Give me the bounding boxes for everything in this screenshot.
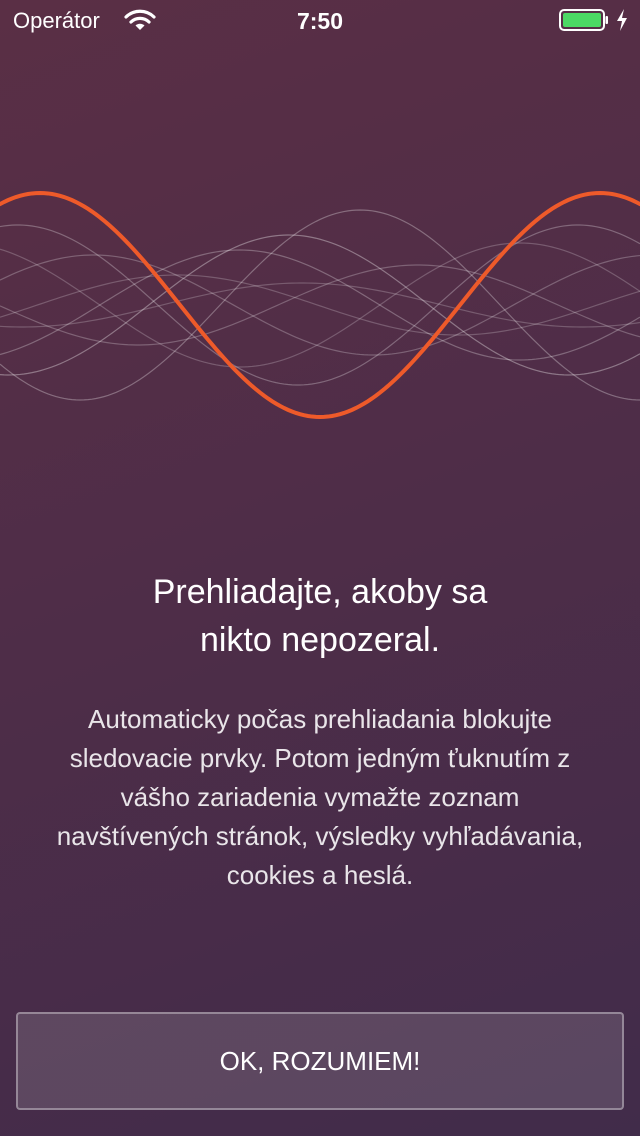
faint-wave-line bbox=[0, 234, 640, 376]
battery-icon bbox=[559, 9, 608, 31]
title-line-1: Prehliadajte, akoby sa bbox=[152, 573, 488, 611]
faint-wave-line bbox=[0, 282, 640, 328]
wave-illustration bbox=[0, 190, 640, 420]
status-bar: Operátor 7:50 bbox=[0, 0, 640, 40]
clock-label: 7:50 bbox=[296, 8, 344, 34]
description-line-4: navštívených stránok, výsledky vyhľadáva… bbox=[56, 821, 584, 851]
page-title: Prehliadajte, akoby sa nikto nepozeral. bbox=[40, 568, 600, 664]
faint-wave-line bbox=[0, 264, 640, 346]
accent-wave-line bbox=[0, 190, 640, 420]
description-line-3: vášho zariadenia vymažte zoznam bbox=[120, 782, 520, 812]
faint-wave-line bbox=[0, 254, 640, 356]
charging-bolt-icon bbox=[617, 9, 627, 31]
description-line-2: sledovacie prvky. Potom jedným ťuknutím … bbox=[69, 743, 571, 773]
description-text: Automaticky počas prehliadania blokujte … bbox=[22, 700, 618, 895]
faint-wave-line bbox=[0, 242, 640, 368]
description-line-1: Automaticky počas prehliadania blokujte bbox=[88, 704, 552, 734]
faint-wave-line bbox=[0, 209, 640, 401]
description-line-5: cookies a heslá. bbox=[226, 860, 414, 890]
faint-wave-line bbox=[0, 224, 640, 386]
title-line-2: nikto nepozeral. bbox=[199, 621, 441, 659]
ok-understood-button[interactable]: OK, ROZUMIEM! bbox=[16, 1012, 624, 1110]
